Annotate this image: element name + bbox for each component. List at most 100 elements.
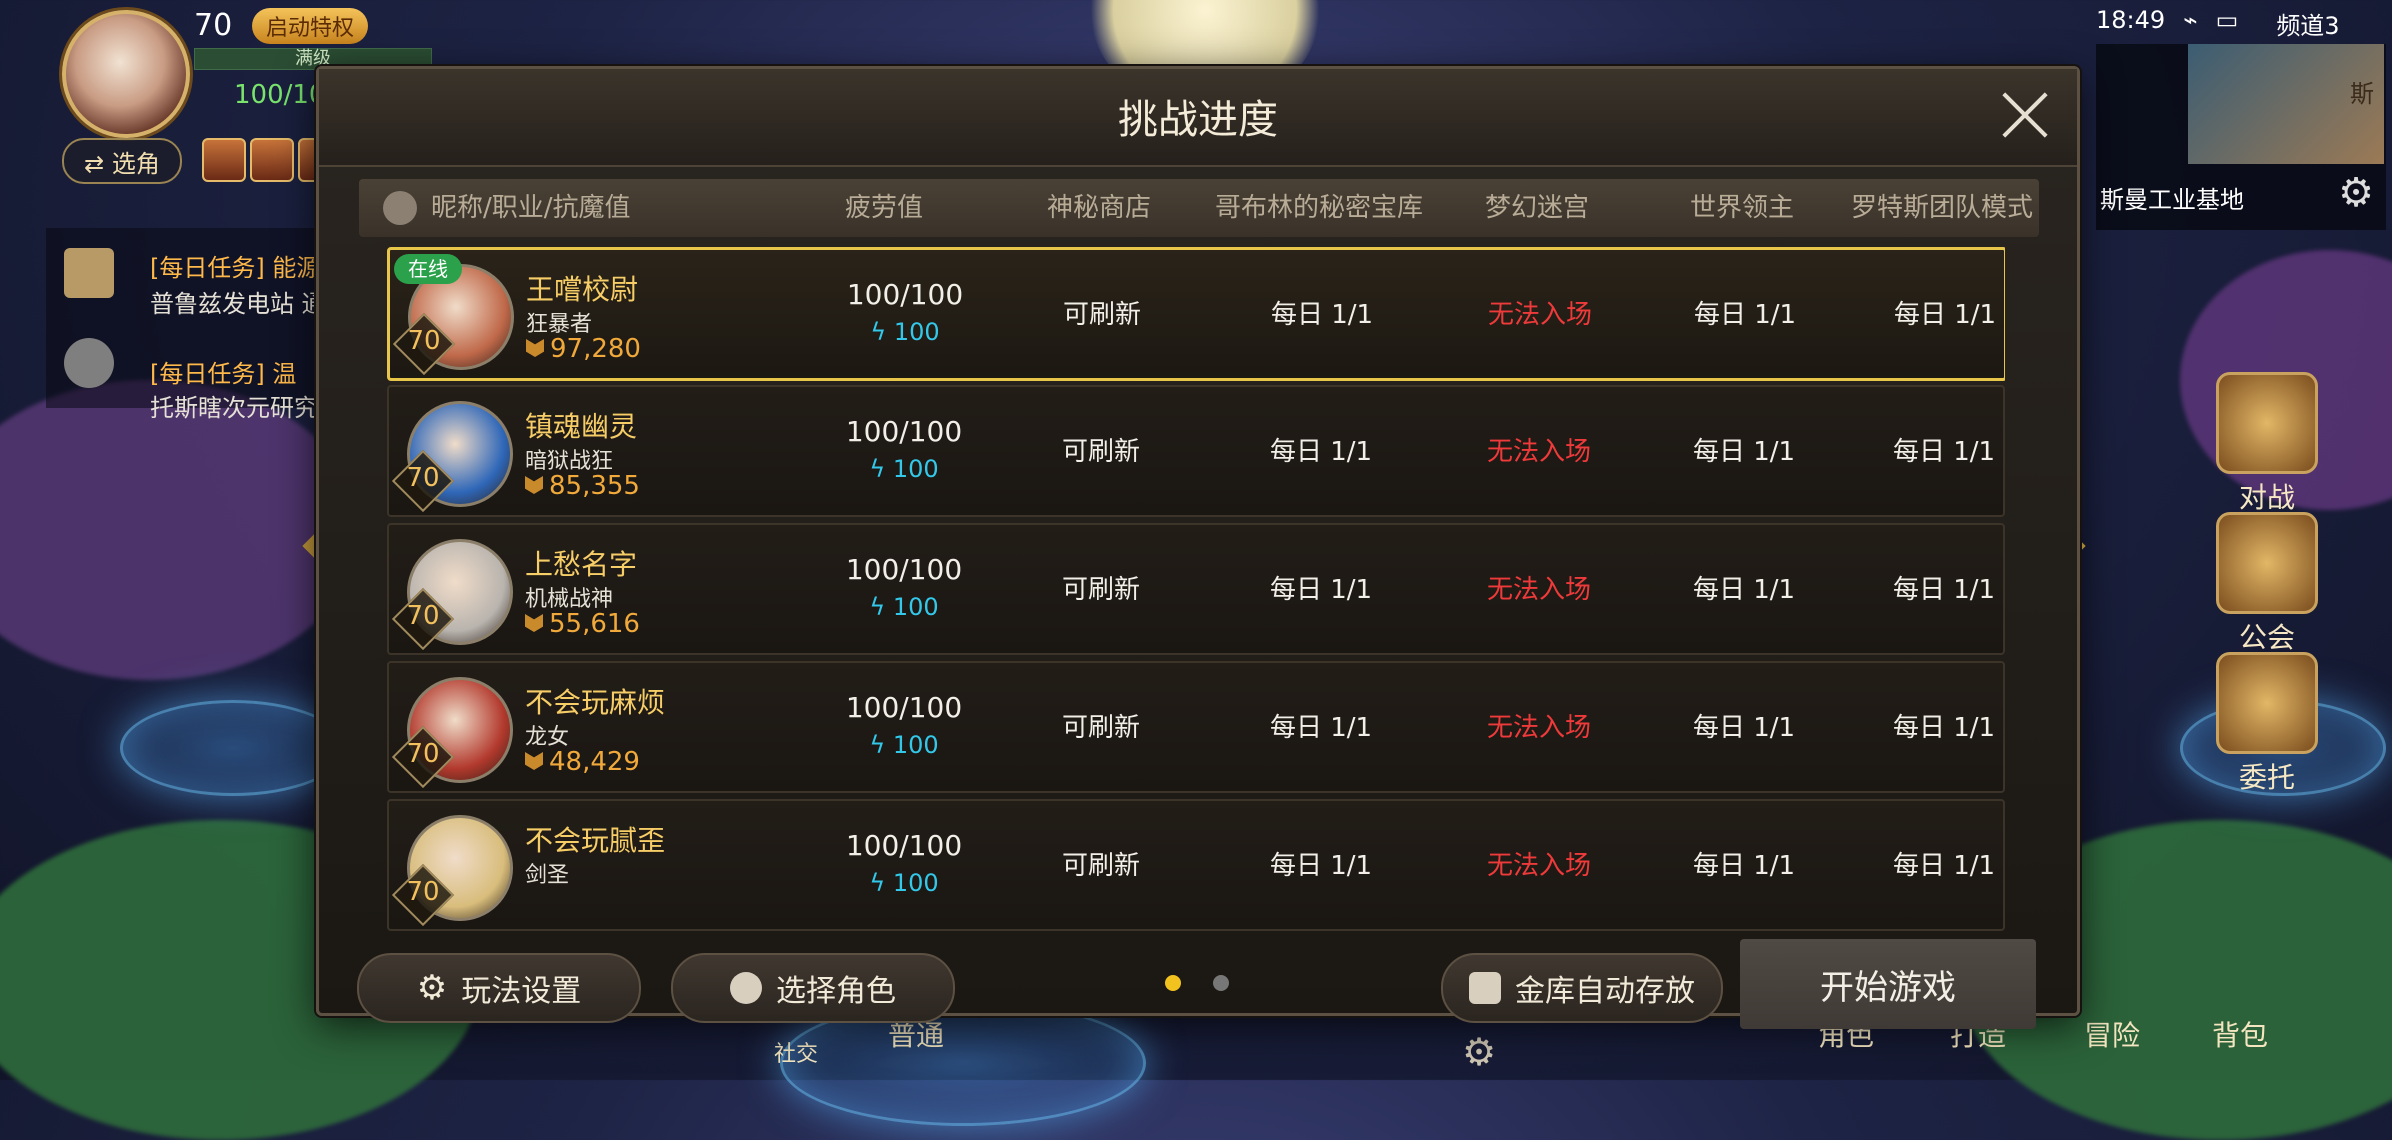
- fatigue-energy-number: 100: [892, 455, 939, 483]
- minimap-corner-label: 斯: [2350, 80, 2374, 108]
- fatigue-energy-number: 100: [892, 869, 939, 897]
- fatigue-energy-number: 100: [892, 731, 939, 759]
- col-fatigue: 疲劳值: [844, 193, 923, 223]
- select-character-button[interactable]: 选择角色: [671, 953, 955, 1023]
- play-settings-label: 玩法设置: [461, 974, 582, 1009]
- fatigue-energy: ϟ 100: [799, 869, 1009, 897]
- guild-label: 公会: [2238, 621, 2295, 654]
- character-name: 上愁名字: [525, 548, 638, 581]
- guild-button[interactable]: 公会: [2212, 512, 2322, 656]
- anti-magic-number: 85,355: [549, 471, 640, 501]
- cell-lord: 每日 1/1: [1693, 300, 1797, 330]
- select-character-label: 选择角色: [776, 974, 896, 1009]
- lightning-icon: ϟ: [869, 869, 893, 897]
- nav-adventure[interactable]: 冒险: [2084, 1014, 2140, 1054]
- player-avatar[interactable]: [62, 10, 190, 138]
- cell-rotes: 每日 1/1: [1892, 575, 1996, 605]
- cell-rotes: 每日 1/1: [1893, 300, 1997, 330]
- nav-social[interactable]: 社交: [774, 1036, 818, 1068]
- character-level: 70: [407, 326, 441, 356]
- event-icon[interactable]: [250, 138, 294, 182]
- character-job: 剑圣: [525, 863, 570, 888]
- dialog-footer: ⚙ 玩法设置 选择角色 金库自动存放 开始游戏: [319, 939, 2077, 1029]
- character-row[interactable]: 70 镇魂幽灵 暗狱战狂 85,355 100/100 ϟ 100 可刷新 每日 1/1 无法入…: [387, 385, 2005, 517]
- guild-shield-icon: [2216, 512, 2318, 614]
- commission-label: 委托: [2238, 761, 2295, 794]
- vip-privilege-badge[interactable]: 启动特权: [252, 8, 369, 44]
- crest-icon: [525, 752, 543, 770]
- cell-shop: 可刷新: [1061, 713, 1140, 743]
- dialog-title: 挑战进度: [1118, 97, 1278, 143]
- anti-magic-value: 55,616: [525, 609, 640, 639]
- character-name: 镇魂幽灵: [525, 410, 638, 443]
- character-row[interactable]: 70 上愁名字 机械战神 55,616 100/100 ϟ 100 可刷新 每日 1/1 无法入…: [387, 523, 2005, 655]
- character-row[interactable]: 70 不会玩腻歪 剑圣 100/100 ϟ 100 可刷新 每日 1/1 无法入场 每日 1/1…: [387, 799, 2005, 931]
- col-character: 昵称/职业/抗魔值: [431, 193, 631, 223]
- gear-icon[interactable]: ⚙: [1462, 1030, 1496, 1074]
- cell-goblin: 每日 1/1: [1270, 300, 1374, 330]
- character-swap-icon: [730, 972, 762, 1004]
- cell-goblin: 每日 1/1: [1269, 575, 1373, 605]
- pvp-button[interactable]: 对战: [2212, 372, 2322, 516]
- crossed-swords-icon: [2216, 372, 2318, 474]
- cell-lord: 每日 1/1: [1692, 851, 1796, 881]
- character-level: 70: [406, 463, 440, 493]
- crest-icon: [525, 614, 543, 632]
- start-game-button[interactable]: 开始游戏: [1740, 939, 2036, 1029]
- nav-bag[interactable]: 背包: [2212, 1014, 2268, 1054]
- page-indicator-dot[interactable]: [1165, 975, 1181, 991]
- lightning-icon: ϟ: [870, 318, 894, 346]
- gear-icon[interactable]: ⚙: [2338, 170, 2374, 216]
- cell-lord: 每日 1/1: [1692, 713, 1796, 743]
- online-badge: 在线: [394, 254, 462, 284]
- cell-maze: 无法入场: [1486, 851, 1591, 881]
- hp-readout: 100/10: [234, 80, 326, 110]
- col-world-lord: 世界领主: [1689, 193, 1794, 223]
- notice-board-icon: [2216, 652, 2318, 754]
- anti-magic-number: 48,429: [549, 747, 640, 777]
- close-icon[interactable]: [1999, 89, 2051, 141]
- fatigue-energy: ϟ 100: [800, 318, 1010, 346]
- clock: 18:49: [2096, 6, 2166, 34]
- task-1-desc: 普鲁兹发电站 通: [150, 290, 326, 318]
- play-settings-button[interactable]: ⚙ 玩法设置: [357, 953, 641, 1023]
- gear-icon: ⚙: [416, 968, 448, 1008]
- mailbox-icon[interactable]: [202, 138, 246, 182]
- cell-shop: 可刷新: [1061, 575, 1140, 605]
- task-1-title[interactable]: [每日任务] 能源: [150, 248, 320, 283]
- group-icon: [64, 338, 114, 388]
- player-level: 70: [194, 8, 233, 43]
- character-name: 王嚐校尉: [526, 273, 639, 306]
- channel-label[interactable]: 频道3: [2276, 6, 2339, 41]
- character-row[interactable]: 70 不会玩麻烦 龙女 48,429 100/100 ϟ 100 可刷新 每日 1/1 无法入场…: [387, 661, 2005, 793]
- fatigue-energy-number: 100: [892, 593, 939, 621]
- character-list[interactable]: 在线 70 王嚐校尉 狂暴者 97,280 100/100 ϟ 100 可刷新 每日 1/1 无法…: [387, 247, 2005, 957]
- challenge-progress-dialog: 挑战进度 昵称/职业/抗魔值 疲劳值 神秘商店 哥布林的秘密宝库 梦幻迷宫 世界…: [316, 66, 2080, 1029]
- location-name: 斯曼工业基地: [2100, 186, 2244, 214]
- pvp-label: 对战: [2238, 481, 2295, 514]
- cell-maze: 无法入场: [1486, 575, 1591, 605]
- vault-chest-icon: [1469, 972, 1501, 1004]
- commission-button[interactable]: 委托: [2212, 652, 2322, 796]
- cell-shop: 可刷新: [1061, 437, 1140, 467]
- battery-icon: ▭: [2215, 6, 2239, 34]
- character-row[interactable]: 在线 70 王嚐校尉 狂暴者 97,280 100/100 ϟ 100 可刷新 每日 1/1 无法…: [387, 247, 2005, 381]
- anti-magic-value: 97,280: [526, 334, 641, 364]
- cell-shop: 可刷新: [1062, 300, 1141, 330]
- task-2-desc: 托斯瞎次元研究: [150, 394, 318, 422]
- anti-magic-number: 97,280: [550, 334, 641, 364]
- character-level: 70: [406, 877, 440, 907]
- character-level: 70: [406, 601, 440, 631]
- switch-character-button[interactable]: ⇄ 选角: [62, 138, 182, 184]
- auto-store-button[interactable]: 金库自动存放: [1441, 953, 1723, 1023]
- cell-rotes: 每日 1/1: [1892, 851, 1996, 881]
- lightning-icon: ϟ: [869, 455, 893, 483]
- fatigue-energy: ϟ 100: [799, 593, 1009, 621]
- page-indicator-dot[interactable]: [1213, 975, 1229, 991]
- cell-maze: 无法入场: [1486, 437, 1591, 467]
- cell-lord: 每日 1/1: [1692, 575, 1796, 605]
- task-2-title[interactable]: [每日任务] 温: [150, 354, 296, 389]
- fatigue-energy-number: 100: [893, 318, 940, 346]
- lightning-icon: ϟ: [869, 731, 893, 759]
- character-name: 不会玩腻歪: [525, 824, 666, 857]
